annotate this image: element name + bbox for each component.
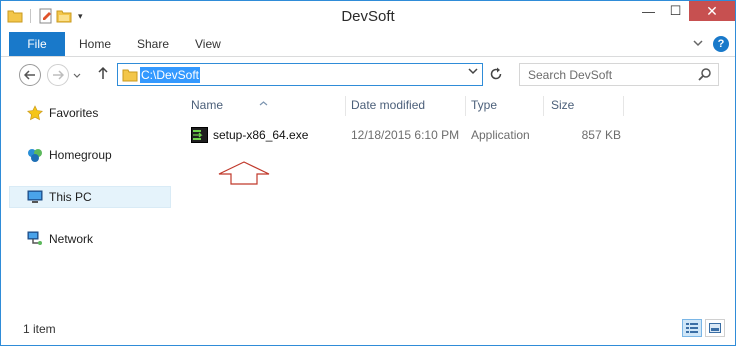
search-box[interactable]: Search DevSoft xyxy=(519,63,719,86)
status-bar: 1 item xyxy=(1,312,735,345)
large-icons-view-button[interactable] xyxy=(705,319,725,337)
close-button[interactable]: ✕ xyxy=(689,1,735,21)
view-switcher xyxy=(682,319,725,337)
nav-item-label: Homegroup xyxy=(49,148,112,162)
up-button[interactable] xyxy=(97,66,109,83)
ribbon-tabs: File Home Share View ? xyxy=(1,32,735,57)
file-type: Application xyxy=(471,128,530,142)
tab-file[interactable]: File xyxy=(9,32,65,56)
sort-ascending-icon xyxy=(259,93,268,115)
address-path[interactable]: C:\DevSoft xyxy=(140,67,201,83)
file-date-modified: 12/18/2015 6:10 PM xyxy=(351,128,460,142)
column-header-label: Name xyxy=(191,98,224,112)
address-bar[interactable]: C:\DevSoft xyxy=(117,63,483,86)
minimize-button[interactable]: — xyxy=(635,1,662,21)
file-list: Name Date modified Type Size setup-x86_6… xyxy=(179,94,735,312)
recent-locations-icon[interactable] xyxy=(73,73,81,79)
maximize-button[interactable]: ☐ xyxy=(662,1,689,21)
column-header-type[interactable]: Type xyxy=(459,94,541,116)
title-bar: ▾ DevSoft — ☐ ✕ xyxy=(1,1,735,32)
folder-icon xyxy=(122,67,138,83)
column-header-label: Type xyxy=(471,98,498,112)
column-header-label: Date modified xyxy=(351,98,426,112)
file-row[interactable]: setup-x86_64.exe 12/18/2015 6:10 PM Appl… xyxy=(183,124,663,146)
search-placeholder[interactable]: Search DevSoft xyxy=(528,68,612,82)
details-view-button[interactable] xyxy=(682,319,702,337)
navigation-pane: Favorites Homegroup This PC Network xyxy=(1,94,173,312)
nav-item-label: Favorites xyxy=(49,106,99,120)
ribbon-controls: ? xyxy=(693,36,729,52)
back-button[interactable] xyxy=(19,64,41,86)
column-header-label: Size xyxy=(551,98,575,112)
address-dropdown-icon[interactable] xyxy=(468,67,478,78)
up-arrow-annotation xyxy=(218,161,270,185)
column-header-name[interactable]: Name xyxy=(179,94,345,116)
column-divider[interactable] xyxy=(623,96,624,116)
window-title: DevSoft xyxy=(341,8,395,25)
nav-item-label: This PC xyxy=(49,190,92,204)
nav-item-this-pc[interactable]: This PC xyxy=(9,186,171,208)
network-icon xyxy=(27,231,43,247)
tab-view[interactable]: View xyxy=(195,32,221,56)
file-size: 857 KB xyxy=(581,128,621,142)
refresh-button[interactable] xyxy=(489,67,503,84)
executable-icon xyxy=(191,127,208,143)
nav-item-label: Network xyxy=(49,232,94,246)
column-header-size[interactable]: Size xyxy=(539,94,621,116)
expand-ribbon-icon[interactable] xyxy=(693,39,703,50)
window-controls: — ☐ ✕ xyxy=(635,1,735,21)
file-name[interactable]: setup-x86_64.exe xyxy=(213,128,308,142)
homegroup-icon xyxy=(27,147,43,163)
column-header-date[interactable]: Date modified xyxy=(339,94,463,116)
tab-share[interactable]: Share xyxy=(137,32,169,56)
nav-item-network[interactable]: Network xyxy=(9,228,171,250)
navigation-bar: C:\DevSoft Search DevSoft xyxy=(1,57,735,94)
tab-home[interactable]: Home xyxy=(79,32,111,56)
forward-button[interactable] xyxy=(47,64,69,86)
computer-icon xyxy=(27,189,43,205)
help-icon[interactable]: ? xyxy=(713,36,729,52)
star-icon xyxy=(27,105,43,121)
explorer-window: ▾ DevSoft — ☐ ✕ File Home Share View ? C… xyxy=(0,0,736,346)
search-icon[interactable] xyxy=(698,67,712,81)
nav-item-favorites[interactable]: Favorites xyxy=(9,102,171,124)
item-count: 1 item xyxy=(23,322,56,336)
nav-item-homegroup[interactable]: Homegroup xyxy=(9,144,171,166)
